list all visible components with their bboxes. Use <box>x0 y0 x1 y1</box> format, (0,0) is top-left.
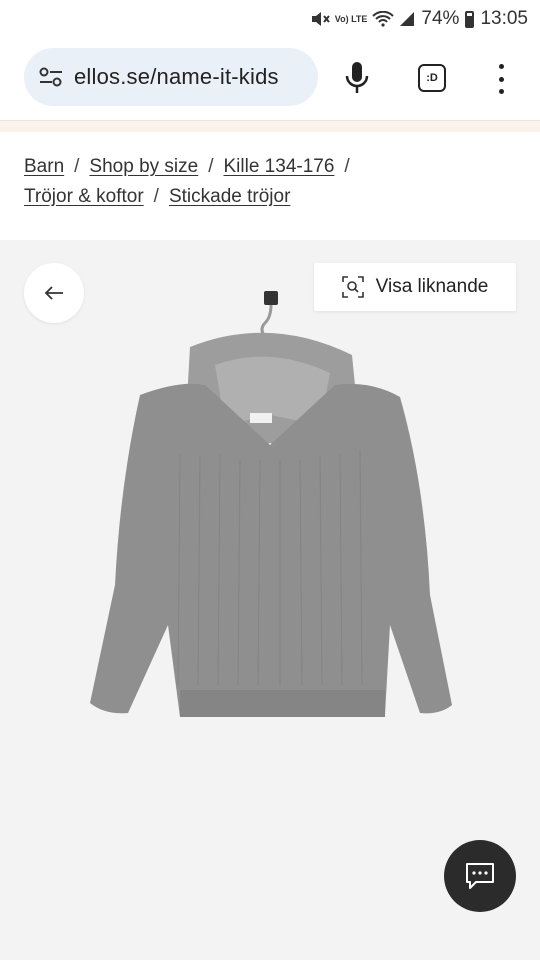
breadcrumb-barn[interactable]: Barn <box>24 156 64 177</box>
battery-percent: 74% <box>421 8 460 29</box>
status-icons: Vo) LTE <box>310 11 416 27</box>
url-text[interactable]: ellos.se/name-it-kids <box>74 64 279 90</box>
address-bar[interactable]: ellos.se/name-it-kids <box>24 48 318 106</box>
battery-icon <box>465 10 475 28</box>
back-button[interactable] <box>24 263 84 323</box>
clock: 13:05 <box>480 8 528 29</box>
wifi-icon <box>372 11 395 27</box>
arrow-left-icon <box>44 286 63 300</box>
microphone-icon[interactable] <box>344 60 370 96</box>
show-similar-button[interactable]: Visa liknande <box>314 263 516 311</box>
breadcrumb-stickade-trojor[interactable]: Stickade tröjor <box>169 186 290 207</box>
breadcrumb-trojor-koftor[interactable]: Tröjor & koftor <box>24 186 144 207</box>
breadcrumb: Barn / Shop by size / Kille 134-176 / Tröjor … <box>24 152 524 212</box>
status-bar: Vo) LTE 74% 13:05 <box>0 0 540 38</box>
chat-button[interactable] <box>444 840 516 912</box>
signal-icon <box>400 12 415 26</box>
tune-icon[interactable] <box>38 66 64 88</box>
chat-bubble-icon <box>466 863 494 889</box>
promo-strip <box>0 120 540 132</box>
network-type: Vo) LTE <box>334 13 368 24</box>
tab-switcher-button[interactable]: :D <box>418 64 446 92</box>
breadcrumb-separator: / <box>208 156 214 177</box>
browser-toolbar: ellos.se/name-it-kids :D <box>0 38 540 120</box>
breadcrumb-separator: / <box>74 156 80 177</box>
product-image[interactable] <box>80 285 460 775</box>
product-image-gallery[interactable]: Visa liknande <box>0 240 540 960</box>
breadcrumb-shop-by-size[interactable]: Shop by size <box>89 156 198 177</box>
breadcrumb-kille-134-176[interactable]: Kille 134-176 <box>224 156 335 177</box>
show-similar-label: Visa liknande <box>375 276 489 297</box>
more-vertical-icon[interactable] <box>496 64 506 94</box>
image-search-icon <box>341 276 364 298</box>
mute-icon <box>311 12 330 26</box>
breadcrumb-separator: / <box>153 186 159 207</box>
breadcrumb-separator: / <box>344 156 350 177</box>
